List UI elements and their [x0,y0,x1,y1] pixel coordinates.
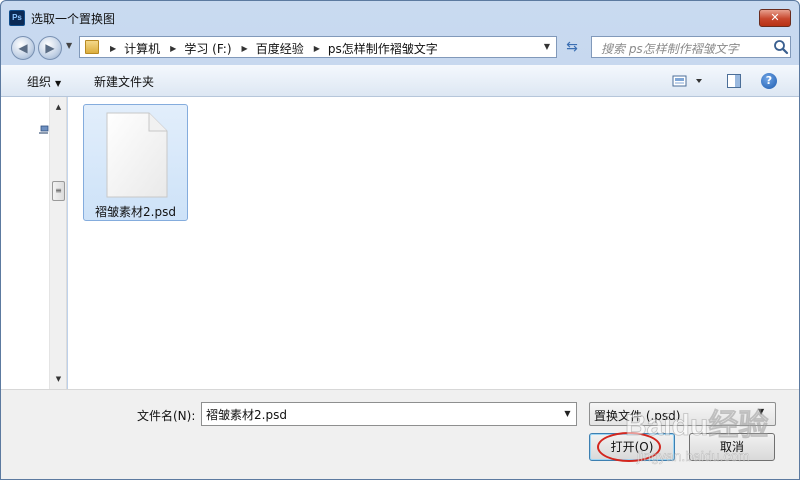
cancel-button[interactable]: 取消 [689,433,775,461]
organize-label: 组织 [27,75,52,89]
search-box[interactable]: 搜索 ps怎样制作褶皱文字 [591,36,791,58]
title-bar: Ps 选取一个置换图 ✕ [1,1,799,33]
scroll-down-icon[interactable]: ▼ [50,371,67,387]
chevron-right-icon[interactable]: ▶ [242,44,248,53]
filename-input[interactable] [201,402,577,426]
photoshop-app-icon: Ps [9,10,25,26]
file-name-label: 褶皱素材2.psd [95,205,176,219]
organize-menu-button[interactable]: 组织 ▼ [27,73,61,90]
chevron-down-icon: ▼ [758,407,765,416]
navigation-scrollbar[interactable]: ▲ ≡ ▼ [49,97,67,389]
help-button[interactable]: ? [761,73,777,89]
breadcrumb-current-folder[interactable]: ps怎样制作褶皱文字 [328,40,438,57]
folder-icon [85,40,99,54]
breadcrumb-folder[interactable]: 百度经验 [256,40,304,57]
forward-button[interactable]: ▶ [38,36,62,60]
search-input[interactable]: 搜索 ps怎样制作褶皱文字 [601,40,739,57]
back-button[interactable]: ◀ [11,36,35,60]
file-item[interactable]: 褶皱素材2.psd [83,104,188,221]
file-list: 褶皱素材2.psd [68,97,799,389]
address-dropdown-icon[interactable]: ▼ [538,37,556,57]
search-icon[interactable] [772,38,790,56]
breadcrumb: ▶ 计算机 ▶ 学习 (F:) ▶ 百度经验 ▶ ps怎样制作褶皱文字 [106,40,438,57]
breadcrumb-computer[interactable]: 计算机 [124,40,160,57]
filename-dropdown-icon[interactable]: ▼ [559,403,576,425]
chevron-right-icon[interactable]: ▶ [314,44,320,53]
scroll-up-icon[interactable]: ▲ [50,99,67,115]
navigation-pane [1,97,49,389]
dialog-footer: 文件名(N): ▼ 置换文件 (.psd) ▼ 打开(O) 取消 [1,389,799,479]
document-icon [106,112,168,198]
open-button[interactable]: 打开(O) [589,433,675,461]
chevron-down-icon: ▼ [55,79,62,88]
chevron-right-icon[interactable]: ▶ [110,44,116,53]
file-open-dialog: Ps 选取一个置换图 ✕ ◀ ▶ ▼ ▶ 计算机 ▶ 学习 (F:) ▶ 百度经… [0,0,800,480]
filename-label: 文件名(N): [137,409,196,423]
close-button[interactable]: ✕ [759,9,791,27]
preview-pane-icon[interactable] [726,73,742,89]
address-bar[interactable]: ▶ 计算机 ▶ 学习 (F:) ▶ 百度经验 ▶ ps怎样制作褶皱文字 ▼ [79,36,557,58]
chevron-right-icon[interactable]: ▶ [170,44,176,53]
computer-icon[interactable] [39,125,49,135]
new-folder-button[interactable]: 新建文件夹 [94,73,154,90]
file-type-value: 置换文件 (.psd) [594,409,681,423]
command-bar: 组织 ▼ 新建文件夹 ? [1,65,799,97]
breadcrumb-drive[interactable]: 学习 (F:) [184,40,231,57]
change-view-icon[interactable] [671,73,707,89]
recent-locations-chevron-icon[interactable]: ▼ [66,41,72,50]
dialog-title: 选取一个置换图 [31,12,116,26]
refresh-button[interactable]: ⇆ [561,36,583,58]
scroll-thumb[interactable]: ≡ [52,181,65,201]
file-type-select[interactable]: 置换文件 (.psd) ▼ [589,402,776,426]
